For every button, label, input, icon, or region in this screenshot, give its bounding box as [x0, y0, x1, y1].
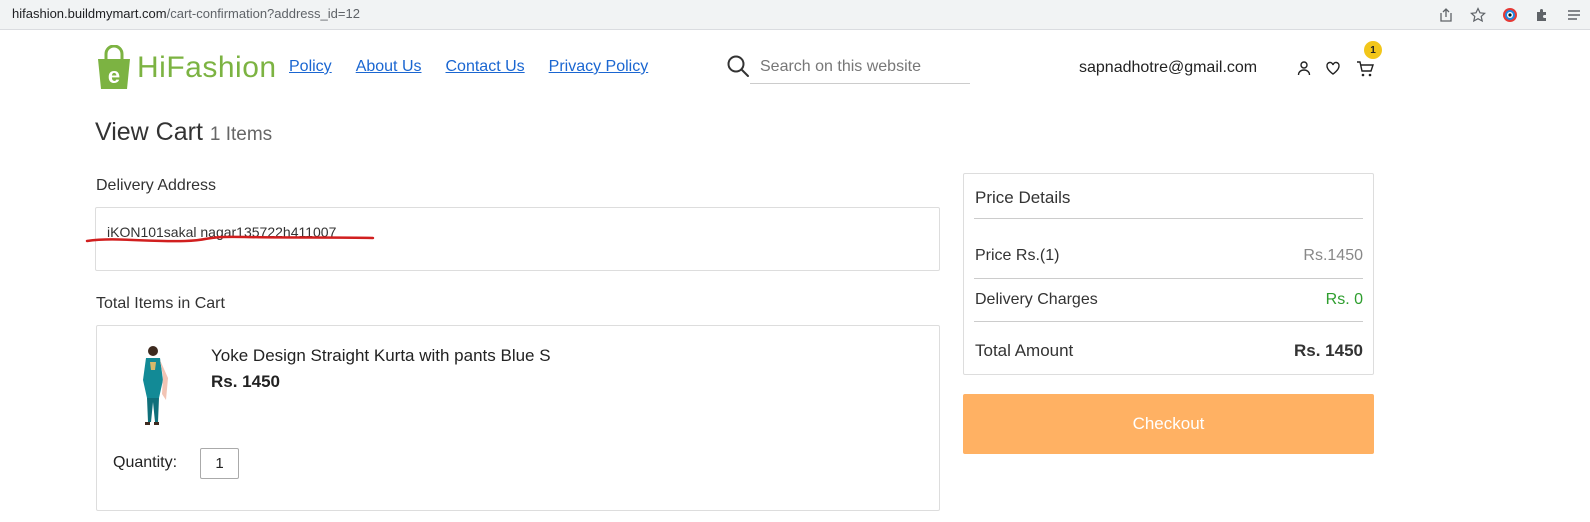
product-image[interactable]	[132, 344, 172, 430]
extensions-icon[interactable]	[1526, 5, 1558, 25]
browser-toolbar: hifashion.buildmymart.com/cart-confirmat…	[0, 0, 1590, 30]
delivery-charges-row: Delivery Charges Rs. 0	[975, 291, 1363, 309]
cart-count-badge: 1	[1364, 41, 1382, 59]
user-icon[interactable]	[1296, 60, 1312, 76]
quantity-input[interactable]	[200, 448, 239, 479]
cart-items-label: Total Items in Cart	[96, 295, 225, 312]
menu-icon[interactable]	[1558, 5, 1590, 25]
price-row: Price Rs.(1) Rs.1450	[975, 247, 1363, 265]
checkout-button[interactable]: Checkout	[963, 394, 1374, 454]
divider	[974, 321, 1363, 322]
cart-item-card: Yoke Design Straight Kurta with pants Bl…	[96, 325, 940, 511]
url-host: hifashion.buildmymart.com	[12, 6, 167, 21]
total-amount-value: Rs. 1450	[1294, 341, 1363, 360]
product-price: Rs. 1450	[211, 372, 280, 391]
star-icon[interactable]	[1462, 5, 1494, 25]
red-underline-annotation	[85, 235, 375, 243]
brand-logo[interactable]: e HiFashion	[95, 45, 277, 91]
color-picker-icon[interactable]	[1494, 5, 1526, 25]
url-path: /cart-confirmation?address_id=12	[166, 6, 360, 21]
search-input[interactable]	[750, 50, 970, 84]
user-email[interactable]: sapnadhotre@gmail.com	[1079, 59, 1257, 77]
nav-link-about-us[interactable]: About Us	[356, 58, 422, 76]
brand-name: HiFashion	[137, 51, 277, 84]
total-amount-row: Total Amount Rs. 1450	[975, 341, 1363, 361]
cart-item-count: 1 Items	[209, 124, 273, 145]
nav-link-contact-us[interactable]: Contact Us	[446, 58, 525, 76]
divider	[974, 278, 1363, 279]
nav-link-privacy-policy[interactable]: Privacy Policy	[549, 58, 649, 76]
page-title: View Cart 1 Items	[95, 118, 272, 147]
share-icon[interactable]	[1430, 5, 1462, 25]
address-bar[interactable]: hifashion.buildmymart.com/cart-confirmat…	[12, 6, 360, 21]
price-row-label: Price Rs.(1)	[975, 247, 1060, 264]
delivery-charges-label: Delivery Charges	[975, 291, 1098, 308]
price-details-title: Price Details	[975, 188, 1071, 207]
cart-icon[interactable]	[1356, 60, 1374, 78]
page-title-text: View Cart	[95, 118, 203, 146]
logo-letter: e	[108, 63, 120, 88]
main-nav: Policy About Us Contact Us Privacy Polic…	[289, 58, 648, 76]
price-details-card: Price Details Price Rs.(1) Rs.1450 Deliv…	[963, 173, 1374, 375]
nav-link-policy[interactable]: Policy	[289, 58, 332, 76]
delivery-address-label: Delivery Address	[96, 177, 217, 194]
browser-action-icons	[1430, 5, 1590, 25]
divider	[974, 218, 1363, 219]
search-icon[interactable]	[726, 54, 750, 78]
product-name[interactable]: Yoke Design Straight Kurta with pants Bl…	[211, 346, 551, 366]
total-amount-label: Total Amount	[975, 341, 1074, 360]
shopping-bag-logo-icon: e	[98, 45, 130, 89]
quantity-label: Quantity:	[113, 454, 178, 471]
heart-icon[interactable]	[1325, 60, 1341, 76]
price-row-value: Rs.1450	[1303, 247, 1363, 264]
delivery-charges-value: Rs. 0	[1325, 291, 1363, 308]
